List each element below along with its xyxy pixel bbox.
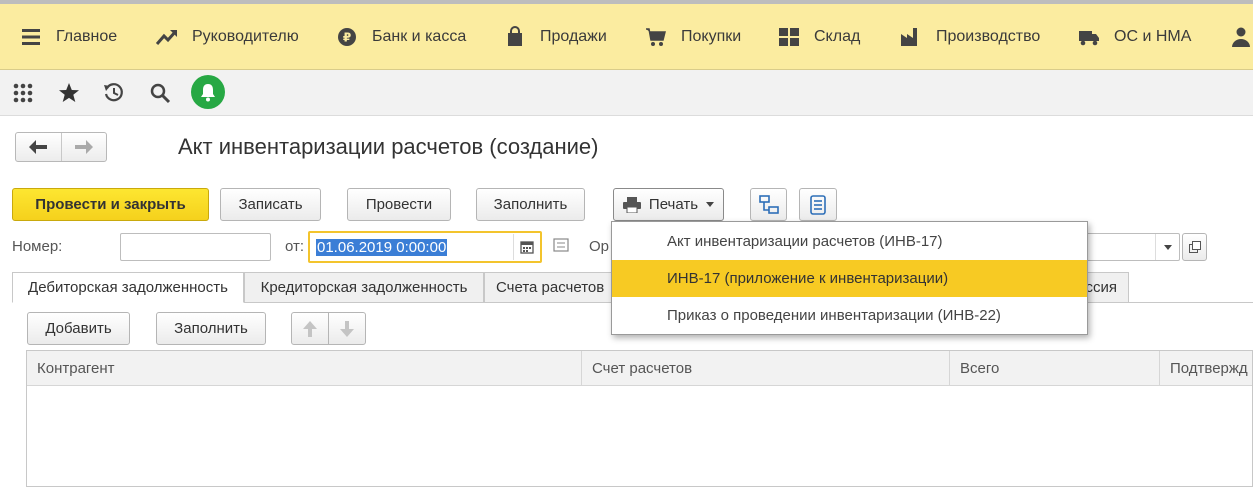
open-icon [1188, 241, 1201, 253]
arrow-down-icon [340, 320, 354, 337]
person-icon [1230, 26, 1252, 48]
arrow-right-icon [74, 140, 93, 154]
section-warehouse[interactable]: Склад [778, 4, 860, 70]
column-header-account[interactable]: Счет расчетов [582, 351, 950, 386]
history-nav [15, 132, 107, 162]
hierarchy-icon [758, 194, 779, 214]
print-menu-item-inv17-appendix[interactable]: ИНВ-17 (приложение к инвентаризации) [612, 260, 1087, 297]
print-label: Печать [648, 196, 699, 213]
date-label: от: [285, 238, 305, 255]
post-button[interactable]: Провести [347, 188, 451, 221]
ruble-icon: ₽ [336, 26, 358, 48]
svg-text:₽: ₽ [343, 31, 351, 45]
favorites-star-icon[interactable] [54, 78, 84, 108]
date-field[interactable]: 01.06.2019 0:00:00 [308, 231, 542, 263]
arrow-left-icon [29, 140, 48, 154]
tab-accounts[interactable]: Счета расчетов [484, 272, 618, 303]
sections-panel: Главное Руководителю ₽ Банк и касса Прод… [0, 4, 1253, 70]
section-bank[interactable]: ₽ Банк и касса [336, 4, 466, 70]
section-production[interactable]: Производство [900, 4, 1040, 70]
page-title: Акт инвентаризации расчетов (создание) [178, 134, 599, 159]
date-value: 01.06.2019 0:00:00 [316, 238, 448, 256]
organization-dropdown-button[interactable] [1155, 234, 1179, 260]
notifications-bell-icon[interactable] [191, 75, 225, 109]
section-label: Продажи [540, 28, 607, 45]
column-header-confirmed[interactable]: Подтвержд [1160, 351, 1253, 386]
panel-toolbar [0, 70, 1253, 116]
number-field[interactable] [120, 233, 271, 261]
comment-icon[interactable] [553, 238, 571, 254]
chevron-down-icon [706, 202, 715, 207]
print-menu-item-inv22[interactable]: Приказ о проведении инвентаризации (ИНВ-… [612, 297, 1087, 334]
section-label: ОС и НМА [1114, 28, 1192, 45]
section-director[interactable]: Руководителю [156, 4, 299, 70]
journal-button[interactable] [799, 188, 837, 221]
section-label: Покупки [681, 28, 742, 45]
move-up-button[interactable] [291, 312, 329, 345]
print-menu: Акт инвентаризации расчетов (ИНВ-17) ИНВ… [611, 221, 1088, 335]
cart-icon [645, 26, 667, 48]
receivables-table: Контрагент Счет расчетов Всего Подтвержд [26, 350, 1253, 487]
organization-open-button[interactable] [1182, 233, 1207, 261]
post-and-close-button[interactable]: Провести и закрыть [12, 188, 209, 221]
section-label: Главное [56, 28, 118, 45]
add-row-button[interactable]: Добавить [27, 312, 130, 345]
section-label: Производство [936, 28, 1041, 45]
printer-icon [622, 196, 641, 213]
section-label: Склад [814, 28, 861, 45]
table-fill-button[interactable]: Заполнить [156, 312, 266, 345]
move-down-button[interactable] [328, 312, 366, 345]
number-label: Номер: [12, 238, 63, 255]
warehouse-icon [778, 26, 800, 48]
bag-icon [504, 26, 526, 48]
organization-label: Ор [589, 238, 610, 255]
search-icon[interactable] [145, 78, 175, 108]
tab-receivables[interactable]: Дебиторская задолженность [12, 272, 244, 303]
table-header: Контрагент Счет расчетов Всего Подтвержд [27, 351, 1252, 386]
fill-button[interactable]: Заполнить [476, 188, 585, 221]
calendar-icon [519, 241, 534, 254]
section-label: Банк и касса [372, 28, 467, 45]
section-purchases[interactable]: Покупки [645, 4, 741, 70]
section-sales[interactable]: Продажи [504, 4, 607, 70]
tab-payables[interactable]: Кредиторская задолженность [244, 272, 484, 303]
section-user[interactable] [1230, 4, 1253, 70]
back-button[interactable] [16, 133, 61, 161]
section-main[interactable]: Главное [20, 4, 117, 70]
chevron-down-icon [1163, 244, 1172, 250]
structure-button[interactable] [750, 188, 787, 221]
history-icon[interactable] [99, 78, 129, 108]
print-menu-item-inv17[interactable]: Акт инвентаризации расчетов (ИНВ-17) [612, 223, 1087, 260]
section-fixed-assets[interactable]: ОС и НМА [1078, 4, 1191, 70]
menu-icon [20, 26, 42, 48]
arrow-up-icon [303, 320, 317, 337]
factory-icon [900, 26, 922, 48]
save-button[interactable]: Записать [220, 188, 321, 221]
apps-grid-icon[interactable] [8, 78, 38, 108]
column-header-total[interactable]: Всего [950, 351, 1160, 386]
print-button[interactable]: Печать [613, 188, 724, 221]
trend-icon [156, 26, 178, 48]
truck-icon [1078, 26, 1100, 48]
list-icon [810, 194, 826, 215]
calendar-button[interactable] [513, 234, 539, 260]
column-header-counterparty[interactable]: Контрагент [27, 351, 582, 386]
section-label: Руководителю [192, 28, 299, 45]
forward-button[interactable] [60, 133, 106, 161]
